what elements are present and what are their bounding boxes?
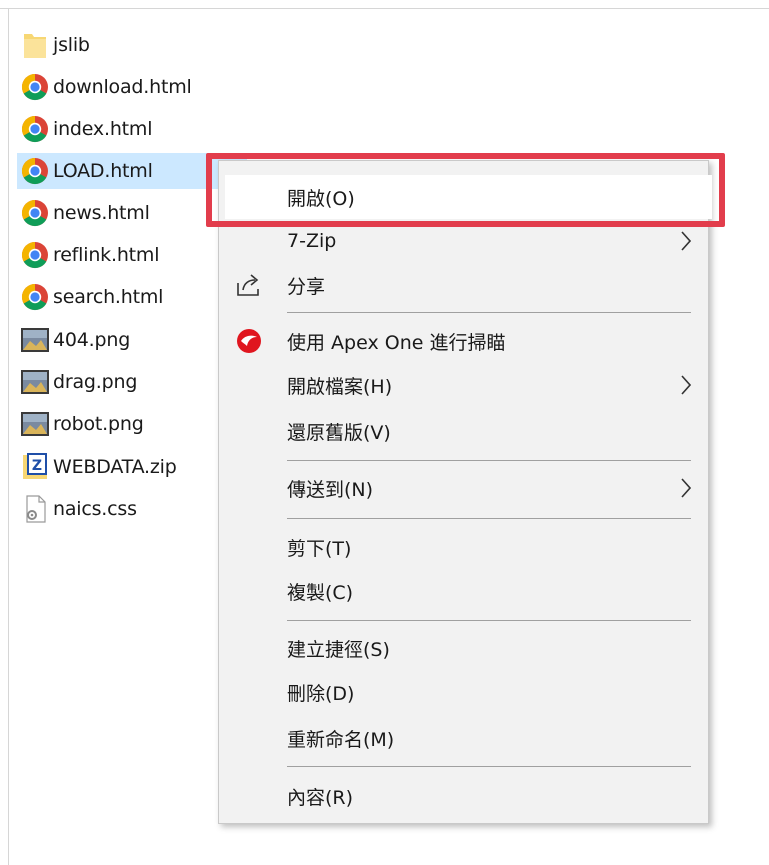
css-file-icon <box>19 493 51 525</box>
menu-item-apex-scan[interactable]: 使用 Apex One 進行掃瞄 <box>219 319 708 363</box>
explorer-window: jslib download.html index.html LOAD.html… <box>0 0 769 865</box>
menu-item-label: 複製(C) <box>287 581 354 604</box>
menu-item-restore-previous[interactable]: 還原舊版(V) <box>219 409 708 453</box>
apex-one-icon <box>235 327 263 355</box>
zip-icon: Z <box>19 451 51 483</box>
svg-text:Z: Z <box>32 458 42 474</box>
menu-item-label: 分享 <box>287 275 326 298</box>
image-icon <box>19 324 51 356</box>
file-item-webdata-zip[interactable]: Z WEBDATA.zip <box>19 447 177 487</box>
file-name: drag.png <box>53 371 138 393</box>
file-name: news.html <box>53 202 150 224</box>
window-border-left <box>8 8 9 865</box>
menu-item-send-to[interactable]: 傳送到(N) <box>219 466 708 510</box>
file-item-drag-png[interactable]: drag.png <box>19 362 137 402</box>
file-name: naics.css <box>53 498 137 520</box>
file-name: WEBDATA.zip <box>53 456 177 478</box>
menu-item-label: 內容(R) <box>287 786 354 809</box>
menu-item-cut[interactable]: 剪下(T) <box>219 525 708 569</box>
menu-item-label: 還原舊版(V) <box>287 421 391 444</box>
menu-item-label: 建立捷徑(S) <box>287 638 390 661</box>
file-name: robot.png <box>53 413 144 435</box>
menu-item-label: 傳送到(N) <box>287 478 374 501</box>
menu-item-open-archive[interactable]: 開啟檔案(H) <box>219 363 708 407</box>
menu-item-label: 7-Zip <box>287 230 337 252</box>
menu-item-label: 剪下(T) <box>287 537 352 560</box>
file-name: search.html <box>53 286 164 308</box>
chrome-icon <box>19 239 51 271</box>
menu-item-delete[interactable]: 刪除(D) <box>219 670 708 714</box>
folder-icon <box>19 29 51 61</box>
chevron-right-icon <box>680 374 692 396</box>
file-name: jslib <box>53 34 90 56</box>
file-item-download-html[interactable]: download.html <box>19 67 192 107</box>
menu-item-label: 使用 Apex One 進行掃瞄 <box>287 331 506 354</box>
menu-separator <box>287 518 691 519</box>
file-item-jslib[interactable]: jslib <box>19 25 90 65</box>
file-name: LOAD.html <box>53 160 153 182</box>
menu-separator <box>287 460 691 461</box>
share-icon <box>235 271 263 299</box>
chrome-icon <box>19 71 51 103</box>
file-name: 404.png <box>53 329 131 351</box>
chrome-icon <box>19 155 51 187</box>
context-menu: 開啟(O) 7-Zip 分享 使用 Apex One 進行掃瞄 開啟檔案(H) … <box>218 160 712 824</box>
image-icon <box>19 408 51 440</box>
file-item-404-png[interactable]: 404.png <box>19 320 130 360</box>
menu-item-copy[interactable]: 複製(C) <box>219 569 708 613</box>
file-name: download.html <box>53 76 192 98</box>
file-item-load-html[interactable]: LOAD.html <box>17 153 247 189</box>
menu-item-label: 刪除(D) <box>287 682 355 705</box>
chevron-right-icon <box>680 230 692 252</box>
file-name: index.html <box>53 118 153 140</box>
menu-item-create-shortcut[interactable]: 建立捷徑(S) <box>219 626 708 670</box>
menu-item-open[interactable]: 開啟(O) <box>225 175 712 219</box>
menu-item-properties[interactable]: 內容(R) <box>219 774 708 818</box>
menu-item-share[interactable]: 分享 <box>219 263 708 307</box>
chevron-right-icon <box>680 477 692 499</box>
menu-item-label: 開啟(O) <box>287 187 355 210</box>
window-border-top <box>0 8 769 9</box>
chrome-icon <box>19 113 51 145</box>
file-item-robot-png[interactable]: robot.png <box>19 404 144 444</box>
file-item-index-html[interactable]: index.html <box>19 109 153 149</box>
menu-item-label: 開啟檔案(H) <box>287 375 393 398</box>
menu-item-label: 重新命名(M) <box>287 728 395 751</box>
chrome-icon <box>19 197 51 229</box>
menu-item-7zip[interactable]: 7-Zip <box>219 219 708 263</box>
menu-separator <box>287 766 691 767</box>
menu-item-rename[interactable]: 重新命名(M) <box>219 716 708 760</box>
file-item-naics-css[interactable]: naics.css <box>19 489 137 529</box>
image-icon <box>19 366 51 398</box>
file-item-reflink-html[interactable]: reflink.html <box>19 235 159 275</box>
menu-separator <box>287 620 691 621</box>
file-item-search-html[interactable]: search.html <box>19 277 163 317</box>
file-item-news-html[interactable]: news.html <box>19 193 150 233</box>
chrome-icon <box>19 281 51 313</box>
menu-separator <box>287 312 691 313</box>
file-name: reflink.html <box>53 244 160 266</box>
